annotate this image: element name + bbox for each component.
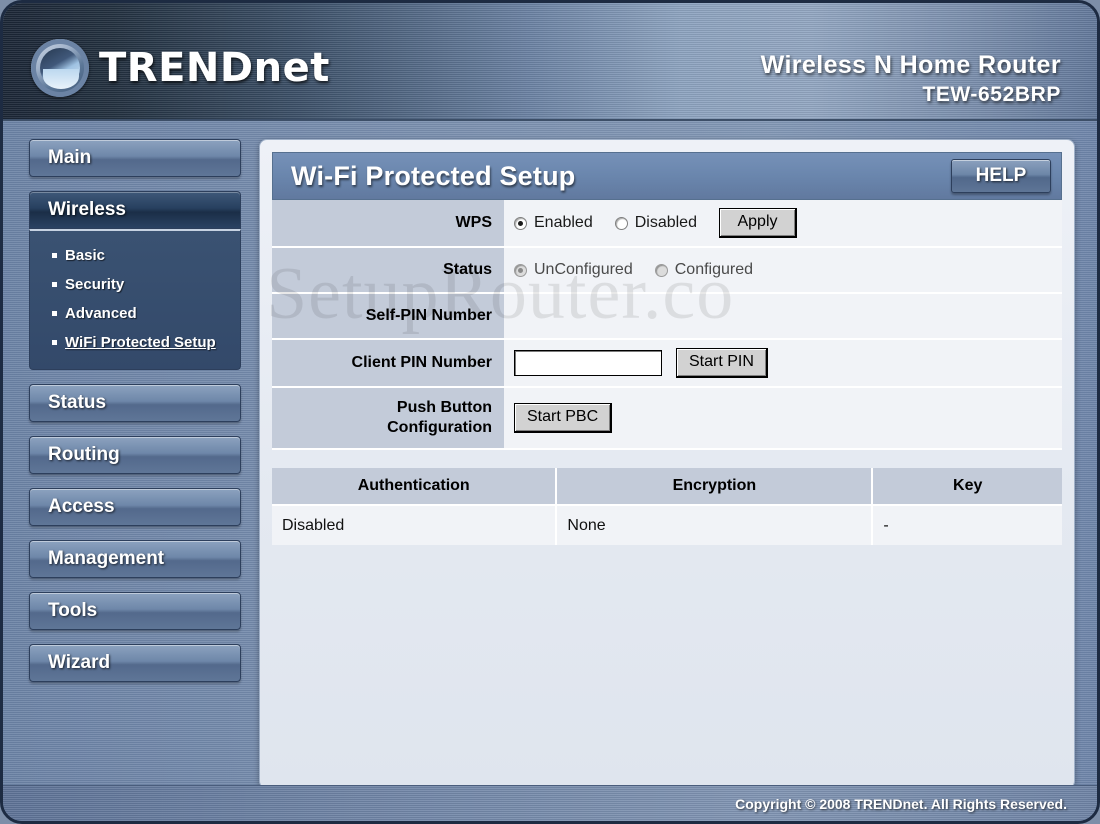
product-identity: Wireless N Home Router TEW-652BRP: [761, 51, 1061, 107]
pbc-label: Push Button Configuration: [272, 387, 504, 449]
start-pin-button[interactable]: Start PIN: [676, 348, 768, 378]
product-title: Wireless N Home Router: [760, 51, 1061, 79]
bullet-icon: [52, 340, 57, 345]
wps-disabled-label: Disabled: [634, 214, 697, 231]
start-pbc-button[interactable]: Start PBC: [514, 403, 613, 433]
wps-label: WPS: [272, 200, 504, 247]
page-body: Main Wireless Basic Security Advanced Wi…: [3, 121, 1097, 789]
sidebar-item-wireless[interactable]: Wireless: [29, 191, 241, 229]
self-pin-value: [504, 293, 1062, 339]
column-header-authentication: Authentication: [272, 468, 558, 506]
wps-enabled-label: Enabled: [534, 214, 593, 231]
pbc-controls: Start PBC: [504, 387, 1062, 449]
bullet-icon: [52, 282, 57, 287]
column-header-encryption: Encryption: [556, 468, 874, 506]
apply-button[interactable]: Apply: [718, 208, 797, 238]
security-summary: Authentication Encryption Key Disabled N…: [272, 468, 1062, 545]
form-row-self-pin: Self-PIN Number: [272, 293, 1062, 339]
product-model: TEW-652BRP: [922, 83, 1061, 106]
sidebar-subitem-label: Advanced: [65, 305, 137, 322]
cell-authentication: Disabled: [272, 505, 558, 545]
brand-name: TRENDnet: [99, 45, 330, 91]
bullet-icon: [52, 311, 57, 316]
sidebar-nav: Main Wireless Basic Security Advanced Wi…: [29, 139, 241, 789]
help-button[interactable]: HELP: [951, 159, 1051, 193]
trendnet-wave-logo-icon: [31, 39, 89, 97]
radio-icon[interactable]: [614, 216, 628, 230]
status-configured-option: Configured: [654, 261, 754, 279]
cell-key: -: [872, 505, 1062, 545]
bullet-icon: [52, 253, 57, 258]
pbc-label-line2: Configuration: [387, 419, 492, 436]
client-pin-label: Client PIN Number: [272, 339, 504, 387]
sidebar-subitem-basic[interactable]: Basic: [30, 241, 240, 270]
radio-icon[interactable]: [514, 216, 527, 230]
client-pin-input[interactable]: [514, 350, 662, 376]
sidebar-item-routing[interactable]: Routing: [29, 436, 241, 474]
page-footer: Copyright © 2008 TRENDnet. All Rights Re…: [3, 785, 1097, 821]
wps-controls: Enabled Disabled Apply: [504, 200, 1062, 247]
form-row-client-pin: Client PIN Number Start PIN: [272, 339, 1062, 387]
sidebar-item-tools[interactable]: Tools: [29, 592, 241, 630]
status-unconfigured-option: UnConfigured: [514, 261, 633, 279]
cell-encryption: None: [556, 505, 874, 545]
table-header-row: Authentication Encryption Key: [272, 468, 1062, 506]
panel-header: Wi-Fi Protected Setup HELP: [272, 152, 1062, 200]
page-title: Wi-Fi Protected Setup: [291, 160, 576, 191]
form-row-wps: WPS Enabled Disabled Apply: [272, 200, 1062, 247]
wps-enabled-option[interactable]: Enabled: [514, 214, 593, 232]
sidebar-item-wizard[interactable]: Wizard: [29, 644, 241, 682]
form-row-status: Status UnConfigured Configured: [272, 247, 1062, 293]
brand-logo: TRENDnet: [31, 39, 330, 97]
security-table: Authentication Encryption Key Disabled N…: [272, 468, 1062, 545]
sidebar-item-status[interactable]: Status: [29, 384, 241, 422]
sidebar-subitem-security[interactable]: Security: [30, 270, 240, 299]
sidebar-item-main[interactable]: Main: [29, 139, 241, 177]
status-label: Status: [272, 247, 504, 293]
sidebar-subitem-label: Basic: [65, 247, 106, 264]
self-pin-label: Self-PIN Number: [272, 293, 504, 339]
column-header-key: Key: [872, 468, 1062, 506]
wireless-submenu: Basic Security Advanced WiFi Protected S…: [29, 229, 241, 370]
table-row: Disabled None -: [272, 505, 1062, 545]
sidebar-item-access[interactable]: Access: [29, 488, 241, 526]
page-header: TRENDnet Wireless N Home Router TEW-652B…: [3, 3, 1097, 121]
status-controls: UnConfigured Configured: [504, 247, 1062, 293]
radio-icon: [654, 263, 668, 277]
sidebar-subitem-advanced[interactable]: Advanced: [30, 299, 240, 328]
wps-form: WPS Enabled Disabled Apply Status UnConf…: [272, 200, 1062, 450]
status-unconfigured-label: UnConfigured: [534, 261, 633, 278]
form-row-pbc: Push Button Configuration Start PBC: [272, 387, 1062, 449]
status-configured-label: Configured: [674, 261, 754, 278]
sidebar-item-management[interactable]: Management: [29, 540, 241, 578]
sidebar-subitem-wifi-protected-setup[interactable]: WiFi Protected Setup: [30, 328, 240, 357]
client-pin-controls: Start PIN: [504, 339, 1062, 387]
copyright-text: Copyright © 2008 TRENDnet. All Rights Re…: [735, 795, 1067, 812]
sidebar-group-wireless: Wireless Basic Security Advanced WiFi Pr…: [29, 191, 241, 370]
router-admin-window: TRENDnet Wireless N Home Router TEW-652B…: [0, 0, 1100, 824]
sidebar-subitem-label: WiFi Protected Setup: [65, 334, 216, 351]
content-panel: SetupRouter.co Wi-Fi Protected Setup HEL…: [259, 139, 1075, 789]
pbc-label-line1: Push Button: [396, 399, 492, 416]
wps-disabled-option[interactable]: Disabled: [614, 214, 697, 232]
radio-icon: [514, 263, 527, 277]
sidebar-subitem-label: Security: [65, 276, 125, 293]
